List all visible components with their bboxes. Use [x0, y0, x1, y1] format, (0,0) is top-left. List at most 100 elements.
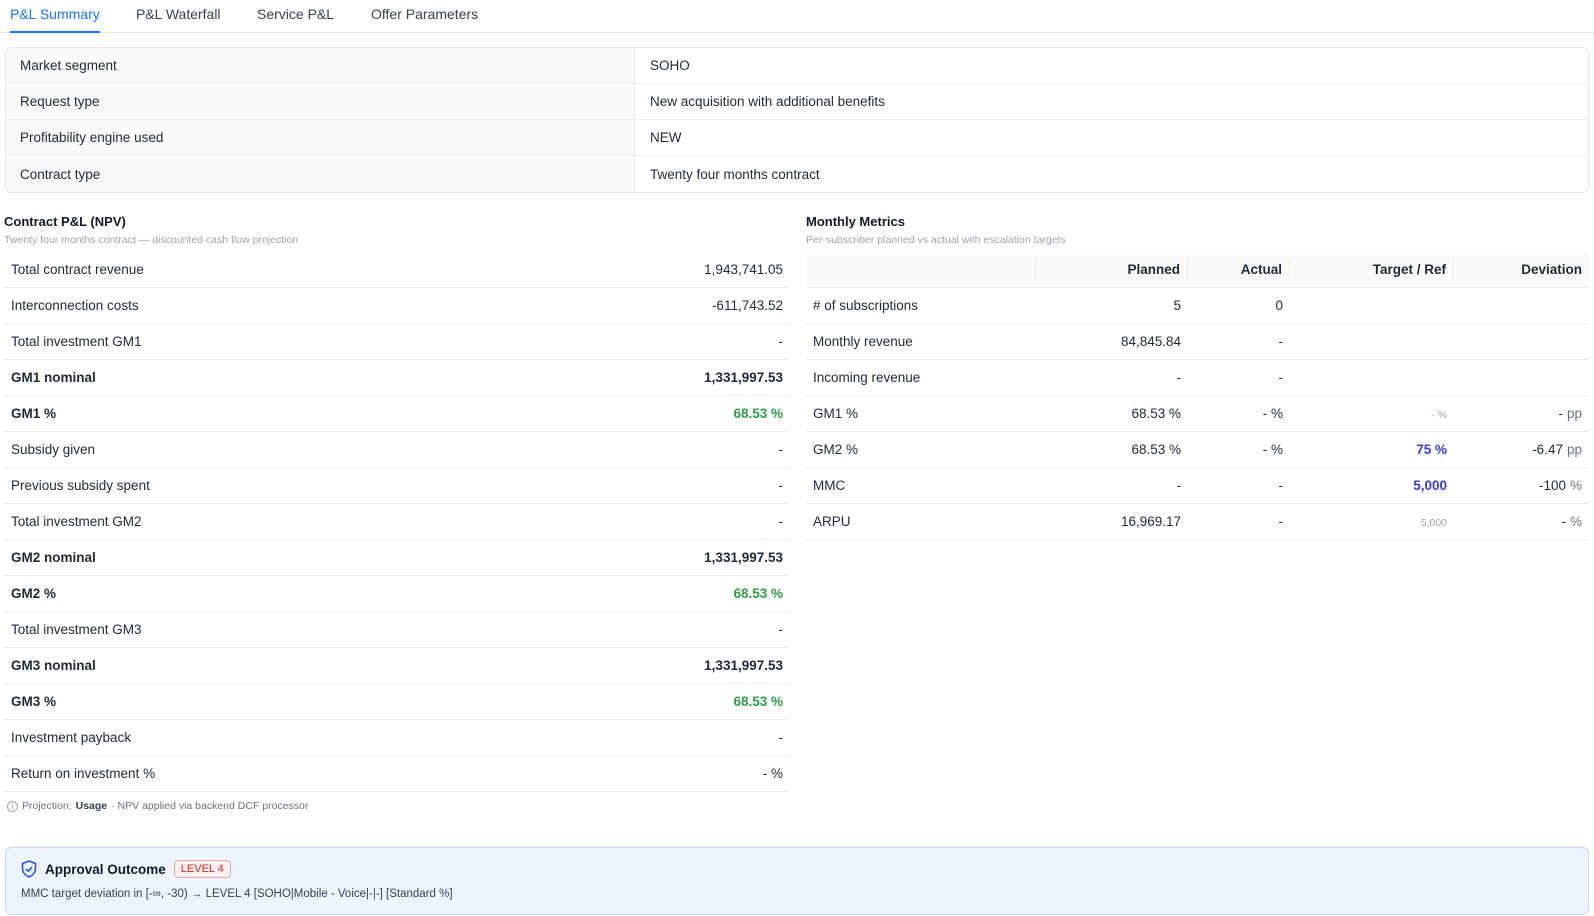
planned-value-text: 68.53 % — [1131, 406, 1181, 421]
deviation-unit: % — [1569, 478, 1582, 493]
planned-value-text: - — [1176, 370, 1182, 385]
approval-description: MMC target deviation in [-∞, -30) → LEVE… — [21, 888, 453, 900]
metric-name-text: GM1 % — [813, 406, 859, 421]
table-row: Previous subsidy spent - — [4, 468, 790, 504]
planned-value: 5 — [1036, 298, 1188, 313]
metric-name-text: ARPU — [813, 514, 851, 529]
actual-value-text: - — [1278, 334, 1284, 349]
actual-value: - — [1188, 514, 1290, 529]
table-row: GM2 % 68.53 % - % 75 % -6.47 pp — [806, 432, 1589, 468]
contract-pl-subtitle: Twenty four months contract — discounted… — [4, 234, 299, 246]
deviation-value — [1454, 334, 1589, 349]
info-row: Request type New acquisition with additi… — [6, 84, 1588, 120]
approval-level-badge: LEVEL 4 — [173, 860, 231, 878]
actual-value: 0 — [1188, 298, 1290, 313]
table-row: GM3 nominal 1,331,997.53 — [4, 648, 790, 684]
row-value: - — [778, 730, 784, 745]
table-row: GM3 % 68.53 % — [4, 684, 790, 720]
row-label: Total investment GM3 — [11, 622, 142, 637]
info-value: Twenty four months contract — [650, 166, 820, 182]
deviation-number: - — [1561, 514, 1566, 529]
metric-name: ARPU — [806, 514, 1036, 529]
row-label: Previous subsidy spent — [11, 478, 150, 493]
row-label: GM3 % — [11, 694, 57, 709]
row-label: Total investment GM2 — [11, 514, 142, 529]
table-row: GM1 nominal 1,331,997.53 — [4, 360, 790, 396]
deviation-value: -6.47 pp — [1454, 442, 1589, 457]
approval-outcome-panel: Approval Outcome LEVEL 4 MMC target devi… — [5, 847, 1589, 915]
metric-name: Incoming revenue — [806, 370, 1036, 385]
contract-pl-title: Contract P&L (NPV) — [4, 214, 126, 229]
planned-value-text: 16,969.17 — [1120, 514, 1181, 529]
column-header-actual: Actual — [1188, 259, 1290, 280]
row-value: - % — [762, 766, 783, 781]
table-row: ARPU 16,969.17 - 5,000 -% — [806, 504, 1589, 540]
deviation-unit: % — [1569, 514, 1582, 529]
planned-value: 16,969.17 — [1036, 514, 1188, 529]
deviation-unit: pp — [1566, 442, 1582, 457]
table-row: Total investment GM1 - — [4, 324, 790, 360]
planned-value-text: - — [1176, 478, 1182, 493]
tab-service-pl[interactable]: Service P&L — [257, 6, 334, 33]
target-value-text: 75 % — [1416, 442, 1447, 457]
metric-name: MMC — [806, 478, 1036, 493]
target-value: 75 % — [1290, 442, 1454, 457]
info-label: Request type — [6, 84, 635, 119]
info-icon: i — [7, 800, 18, 812]
row-value: - — [778, 478, 784, 493]
metric-name-text: Incoming revenue — [813, 370, 921, 385]
row-value: 1,331,997.53 — [704, 550, 783, 565]
contract-pl-table: Total contract revenue 1,943,741.05 Interc… — [4, 252, 790, 792]
metric-name: GM1 % — [806, 406, 1036, 421]
tab-pl-waterfall[interactable]: P&L Waterfall — [136, 6, 221, 33]
tab-offer-parameters[interactable]: Offer Parameters — [371, 6, 478, 33]
actual-value-text: - % — [1262, 442, 1283, 457]
deviation-value — [1454, 298, 1589, 313]
row-label: GM2 % — [11, 586, 57, 601]
info-value: SOHO — [650, 58, 690, 73]
info-value: NEW — [650, 130, 682, 145]
projection-prefix: Projection: — [22, 800, 72, 812]
actual-value-text: - — [1278, 370, 1284, 385]
planned-value: 68.53 % — [1036, 406, 1188, 421]
table-row: GM1 % 68.53 % - % - % - pp — [806, 396, 1589, 432]
row-label: GM2 nominal — [11, 550, 96, 565]
info-label: Market segment — [6, 48, 635, 83]
actual-value-text: - — [1278, 478, 1284, 493]
planned-value-text: 84,845.84 — [1120, 334, 1181, 349]
deviation-value: - pp — [1454, 406, 1589, 421]
actual-value: - % — [1188, 406, 1290, 421]
monthly-metrics-title: Monthly Metrics — [806, 214, 905, 229]
info-row: Contract type Twenty four months contrac… — [6, 156, 1588, 192]
table-row: # of subscriptions 5 0 — [806, 288, 1589, 324]
tab-pl-summary[interactable]: P&L Summary — [10, 6, 100, 33]
deviation-unit: pp — [1566, 406, 1582, 421]
offer-info-table: Market segment SOHO Request type New acq… — [5, 47, 1589, 193]
table-row: Subsidy given - — [4, 432, 790, 468]
row-value: - — [778, 622, 784, 637]
deviation-number: - — [1558, 406, 1563, 421]
target-value: 5,000 — [1290, 514, 1454, 529]
metric-name-text: # of subscriptions — [813, 298, 919, 313]
row-label: GM1 nominal — [11, 370, 96, 385]
metric-name: GM2 % — [806, 442, 1036, 457]
metric-name-text: Monthly revenue — [813, 334, 913, 349]
row-value: 68.53 % — [733, 406, 783, 421]
table-row: Total contract revenue 1,943,741.05 — [4, 252, 790, 288]
approval-title: Approval Outcome — [45, 861, 166, 877]
row-value: - — [778, 442, 784, 457]
target-value: 5,000 — [1290, 478, 1454, 493]
target-value-text: 5,000 — [1420, 517, 1447, 529]
row-label: Return on investment % — [11, 766, 156, 781]
deviation-value — [1454, 370, 1589, 385]
planned-value: - — [1036, 478, 1188, 493]
planned-value-text: 68.53 % — [1131, 442, 1181, 457]
info-label: Profitability engine used — [6, 120, 635, 155]
info-row: Profitability engine used NEW — [6, 120, 1588, 156]
actual-value: - — [1188, 370, 1290, 385]
row-label: Total contract revenue — [11, 262, 144, 277]
monthly-metrics-subtitle: Per-subscriber planned vs actual with es… — [806, 234, 1066, 246]
metric-name: # of subscriptions — [806, 298, 1036, 313]
table-row: Return on investment % - % — [4, 756, 790, 792]
row-label: Subsidy given — [11, 442, 96, 457]
